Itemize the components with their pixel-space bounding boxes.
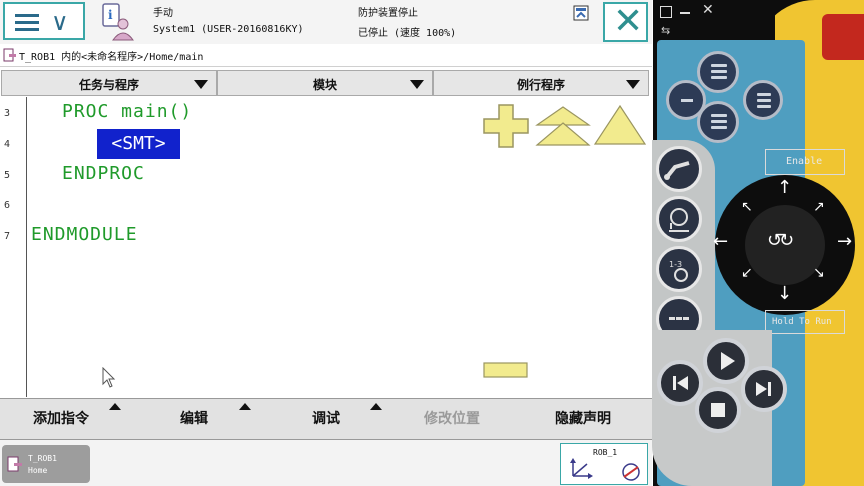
stop-button[interactable] — [695, 387, 741, 433]
start-button[interactable] — [703, 338, 749, 384]
axes-1-3-icon: 1-3 — [669, 260, 688, 282]
toggle-motion-mode-button[interactable] — [656, 196, 702, 242]
dropdown-arrow-icon — [194, 80, 208, 89]
mouse-cursor-icon — [102, 366, 116, 389]
swap-arrows-icon[interactable]: ⇆ — [661, 24, 670, 37]
arrow-downleft-icon: ↙ — [741, 265, 753, 281]
menu-up-arrow-icon — [370, 403, 382, 410]
window-controls: ✕ — [660, 2, 720, 20]
scroll-up-button[interactable] — [593, 104, 647, 146]
step-back-icon — [673, 376, 688, 390]
debug-button[interactable]: 调试 — [312, 408, 340, 428]
line-number: 5 — [4, 170, 11, 181]
arrow-down-icon: ↓ — [777, 283, 793, 304]
run-status: 已停止 (速度 100%) — [358, 28, 457, 39]
robot-arm-icon — [664, 161, 690, 180]
arrow-right-icon: → — [837, 231, 853, 252]
toggle-axes-button[interactable]: 1-3 — [656, 246, 702, 292]
dropdown-arrow-icon — [626, 80, 640, 89]
chevron-down-icon: ∨ — [51, 8, 69, 36]
programmable-key-1[interactable] — [697, 51, 739, 93]
stop-icon — [711, 403, 725, 417]
enable-indicator: Enable — [765, 149, 845, 175]
event-log-icon[interactable] — [573, 5, 589, 21]
add-instruction-button[interactable]: 添加指令 — [33, 408, 89, 428]
tab-label: 模块 — [312, 78, 337, 92]
program-editor-icon — [7, 456, 22, 472]
joystick[interactable]: ↑ ↓ ← → ↻ ↺ ↖ ↗ ↙ ↘ — [713, 175, 855, 315]
minus-icon — [483, 362, 528, 378]
select-mechanical-unit-button[interactable] — [656, 146, 702, 192]
close-icon: ✕ — [613, 1, 644, 42]
safety-status: 防护装置停止 — [358, 8, 418, 19]
code-line-endmodule[interactable]: ENDMODULE — [31, 224, 138, 245]
play-icon — [721, 352, 735, 370]
svg-text:1-3: 1-3 — [669, 260, 682, 269]
tab-label: 任务与程序 — [78, 78, 139, 92]
arrow-upleft-icon: ↖ — [741, 199, 753, 215]
jog-quickset-button[interactable]: ROB_1 — [560, 443, 648, 485]
line-number: 6 — [4, 200, 11, 211]
program-path-bar: T_ROB1 内的<未命名程序>/Home/main — [0, 44, 652, 67]
modify-position-button[interactable]: 修改位置 — [424, 408, 480, 428]
program-editor-icon — [3, 48, 16, 62]
tab-tasks-and-programs[interactable]: 任务与程序 — [1, 70, 217, 96]
double-chevron-up-icon — [535, 106, 591, 146]
minimize-icon[interactable] — [680, 12, 690, 14]
edit-button[interactable]: 编辑 — [180, 408, 208, 428]
arrow-left-icon: ← — [713, 231, 729, 252]
hold-to-run-label: Hold To Run — [772, 317, 832, 327]
taskbar-module-name: Home — [28, 466, 48, 475]
line-number: 3 — [4, 108, 11, 119]
taskbar-task-name: T_ROB1 — [28, 454, 57, 463]
step-forward-icon — [756, 382, 771, 396]
reorient-icon — [669, 208, 689, 232]
page-up-button[interactable] — [535, 105, 591, 147]
taskbar-program-editor[interactable]: T_ROB1 Home — [2, 445, 90, 483]
tab-label: 例行程序 — [516, 78, 565, 92]
enable-label: Enable — [786, 156, 823, 167]
step-forward-button[interactable] — [741, 366, 787, 412]
increment-off-icon — [622, 463, 640, 481]
triangle-up-icon — [593, 104, 647, 145]
zoom-out-button[interactable] — [483, 362, 528, 378]
system-name: System1 (USER-20160816KY) — [153, 24, 304, 35]
hold-to-run-button[interactable]: Hold To Run — [765, 310, 845, 334]
operator-window-icon[interactable]: i — [97, 2, 139, 42]
programmable-key-4[interactable] — [697, 101, 739, 143]
line-number: 4 — [4, 139, 11, 150]
coordinate-axes-icon — [570, 458, 593, 479]
menu-up-arrow-icon — [109, 403, 121, 410]
smt-placeholder-selected[interactable]: <SMT> — [97, 129, 180, 159]
restore-icon[interactable] — [660, 6, 672, 18]
dropdown-arrow-icon — [410, 80, 424, 89]
abb-menu-button[interactable]: ∨ — [3, 2, 85, 40]
tab-routines[interactable]: 例行程序 — [433, 70, 649, 96]
arrow-upright-icon: ↗ — [813, 199, 825, 215]
close-icon[interactable]: ✕ — [702, 2, 714, 18]
hamburger-icon — [15, 14, 39, 32]
operation-mode: 手动 — [153, 8, 173, 19]
code-line-endproc[interactable]: ENDPROC — [62, 163, 145, 184]
code-line-proc[interactable]: PROC main() — [62, 101, 192, 122]
plus-icon — [483, 104, 529, 148]
gutter-divider — [26, 97, 27, 397]
programmable-key-3[interactable] — [743, 80, 783, 120]
hide-declarations-button[interactable]: 隐藏声明 — [555, 408, 611, 428]
rotate-ccw-icon: ↺ — [767, 230, 783, 251]
line-number: 7 — [4, 231, 11, 242]
mechanical-unit-label: ROB_1 — [593, 448, 618, 457]
tab-modules[interactable]: 模块 — [217, 70, 433, 96]
emergency-stop-button[interactable] — [822, 14, 864, 60]
program-path: T_ROB1 内的<未命名程序>/Home/main — [19, 52, 204, 63]
zoom-in-button[interactable] — [481, 103, 531, 149]
arrow-up-icon: ↑ — [777, 177, 793, 198]
step-backward-button[interactable] — [657, 360, 703, 406]
taskbar — [0, 440, 652, 486]
close-button[interactable]: ✕ — [603, 2, 648, 42]
svg-text:i: i — [108, 8, 113, 22]
menu-up-arrow-icon — [239, 403, 251, 410]
arrow-downright-icon: ↘ — [813, 265, 825, 281]
